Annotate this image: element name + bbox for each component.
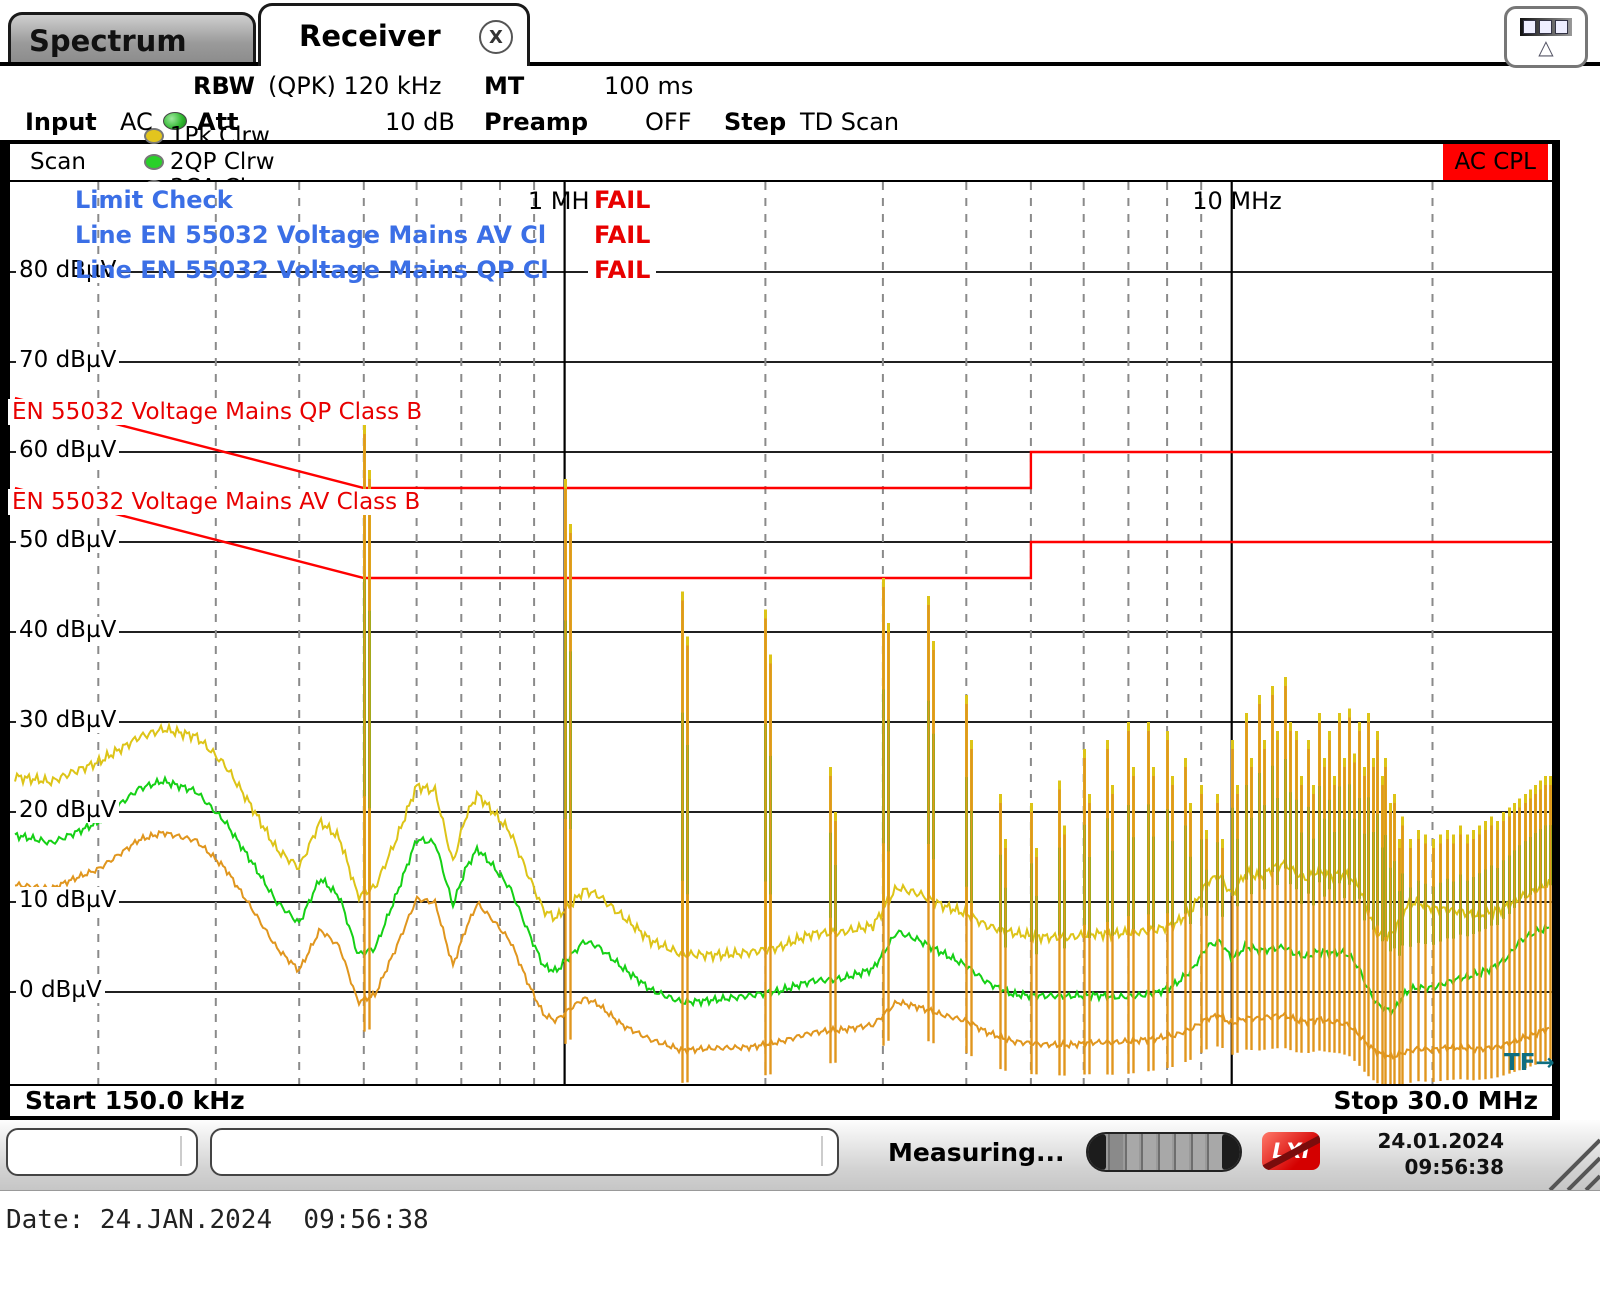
limit-check-row-qp: Line EN 55032 Voltage Mains QP Cl (75, 256, 580, 284)
scan-label: Scan (30, 149, 86, 175)
status-date: 24.01.2024 (1377, 1128, 1504, 1154)
fail-status-3: FAIL (588, 256, 656, 284)
lxi-label: LXI (1272, 1139, 1309, 1163)
window-tiles-icon (1520, 18, 1572, 36)
softkey-box-1[interactable] (6, 1128, 198, 1176)
ac-coupling-badge: AC CPL (1443, 144, 1548, 180)
status-bar: Measuring... LXI 24.01.2024 09:56:38 (0, 1120, 1600, 1191)
limit-check-row-av: Line EN 55032 Voltage Mains AV Cl (75, 221, 580, 249)
stop-frequency-label: Stop 30.0 MHz (1334, 1086, 1538, 1115)
tab-spectrum-label: Spectrum (29, 24, 187, 58)
close-tab-icon[interactable]: X (479, 20, 513, 54)
step-value[interactable]: TD Scan (800, 108, 899, 136)
resize-grip-icon[interactable] (1530, 1120, 1600, 1190)
y-axis-label-10: 10 dBµV (16, 887, 119, 913)
scan-header-row: Scan 1Pk Clrw2QP Clrw3CA Clrw AC CPL (10, 144, 1552, 180)
att-label: Att (197, 108, 239, 136)
tf-link[interactable]: TF→ (1504, 1050, 1555, 1076)
y-axis-label-30: 30 dBµV (16, 707, 119, 733)
tab-receiver[interactable]: Receiver X (258, 3, 530, 66)
y-axis-label-50: 50 dBµV (16, 527, 119, 553)
trace-legend-item-2[interactable]: 2QP Clrw (144, 149, 275, 175)
input-value[interactable]: AC (120, 108, 153, 136)
y-axis-label-20: 20 dBµV (16, 797, 119, 823)
smartgrid-button[interactable]: △ (1504, 6, 1588, 68)
trace-legend-label: 2QP Clrw (170, 149, 275, 175)
y-axis-label-60: 60 dBµV (16, 437, 119, 463)
measuring-status: Measuring... (888, 1138, 1064, 1167)
hardcopy-date-line: Date: 24.JAN.2024 09:56:38 (6, 1205, 429, 1235)
mt-label: MT (484, 72, 524, 100)
freq-marker-10mhz: 10 MHz (1182, 187, 1292, 215)
y-axis-label-70: 70 dBµV (16, 347, 119, 373)
lxi-status-icon[interactable]: LXI (1262, 1132, 1320, 1170)
status-time: 09:56:38 (1377, 1154, 1504, 1180)
datetime-display: 24.01.2024 09:56:38 (1377, 1128, 1504, 1180)
spectrum-plot-area (10, 182, 1552, 1084)
y-axis-label-0: 0 dBµV (16, 977, 105, 1003)
measurement-progress-bar (1086, 1132, 1242, 1172)
tab-receiver-label: Receiver (299, 19, 441, 53)
frequency-axis-strip: Start 150.0 kHz Stop 30.0 MHz (10, 1086, 1552, 1116)
mt-value[interactable]: 100 ms (604, 72, 693, 100)
preamp-value[interactable]: OFF (645, 108, 692, 136)
tabbar-underline (0, 62, 1600, 66)
spectrum-chart (10, 182, 1552, 1084)
fail-status-1: FAIL (588, 186, 656, 214)
rbw-label: RBW (193, 72, 255, 100)
triangle-icon: △ (1538, 38, 1553, 56)
step-label: Step (724, 108, 786, 136)
limit-check-title: Limit Check (75, 186, 580, 214)
limit-label-av: EN 55032 Voltage Mains AV Class B (8, 489, 424, 515)
fail-status-2: FAIL (588, 221, 656, 249)
y-axis-label-40: 40 dBµV (16, 617, 119, 643)
trace-dot-icon (144, 154, 164, 170)
softkey-box-2[interactable] (210, 1128, 839, 1176)
start-frequency-label: Start 150.0 kHz (25, 1086, 245, 1115)
input-label: Input (25, 108, 97, 136)
att-value[interactable]: 10 dB (385, 108, 455, 136)
rbw-value[interactable]: (QPK) 120 kHz (268, 72, 441, 100)
tab-spectrum[interactable]: Spectrum (8, 12, 256, 66)
limit-label-qp: EN 55032 Voltage Mains QP Class B (8, 399, 426, 425)
preamp-label: Preamp (484, 108, 588, 136)
